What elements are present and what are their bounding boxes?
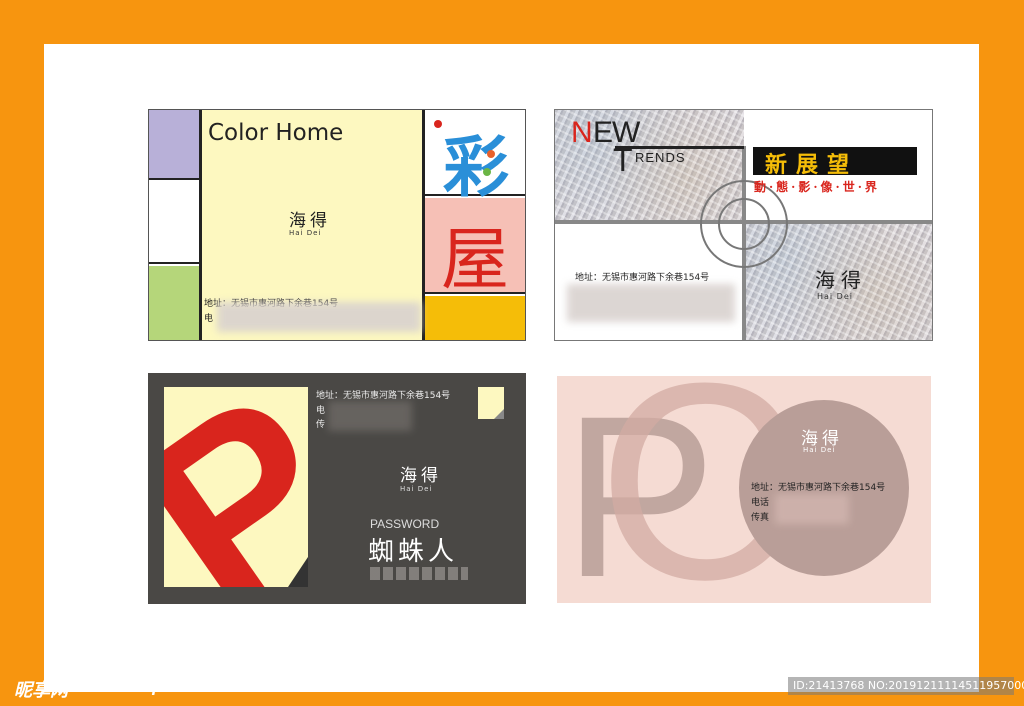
- person-pinyin: Hai Dei: [400, 485, 433, 493]
- card-spider: P 地址：无锡市惠河路下余巷154号 电 传 海得 Hai Dei PASSWO…: [148, 373, 526, 604]
- phone-label: 电话: [751, 498, 770, 508]
- person-pinyin: Hai Dei: [803, 446, 836, 454]
- green-block: [149, 266, 199, 340]
- char-wu: 屋: [441, 221, 510, 300]
- blurred-contact: [217, 302, 421, 332]
- person-pinyin: Hai Dei: [289, 229, 322, 237]
- watermark-logo: 昵享网: [14, 680, 68, 701]
- phone-label: 电: [204, 314, 214, 324]
- phone-label: 电: [316, 406, 326, 416]
- logo-t: T: [613, 142, 633, 178]
- person-name: 海得: [400, 466, 442, 486]
- letter-p: P: [164, 387, 308, 587]
- address: 地址：无锡市惠河路下余巷154号: [575, 273, 710, 283]
- person-name: 海得: [815, 268, 867, 292]
- fax-label: 传: [316, 420, 326, 430]
- person-name: 海得: [289, 211, 331, 231]
- logo-rends: RENDS: [635, 150, 686, 165]
- dot-orange: [487, 150, 495, 158]
- circle-inner: [718, 198, 770, 250]
- logo-n: N: [571, 116, 593, 149]
- watermark-id: ID:21413768 NO:20191211114511957000: [793, 679, 1024, 692]
- card-new-trends: N EW T RENDS 新展望 動·態·影·像·世·界 地址：无锡市惠河路下余…: [554, 109, 933, 341]
- brand-title: Color Home: [208, 120, 344, 146]
- blurred-contact: [775, 494, 849, 524]
- company-name: 蜘蛛人: [368, 537, 459, 567]
- blurred-contact: [567, 284, 735, 322]
- char-cai: 彩: [443, 128, 509, 206]
- small-curl: [494, 409, 504, 419]
- dot-red: [434, 120, 442, 128]
- blurred-contact: [328, 401, 412, 431]
- watermark-url: www.nipic.cn: [94, 680, 199, 696]
- address: 地址：无锡市惠河路下余巷154号: [751, 483, 886, 493]
- dot-green: [483, 168, 491, 176]
- white-block: [149, 180, 199, 264]
- title: 新展望: [765, 152, 859, 178]
- card-pc: P C 海得 Hai Dei 地址：无锡市惠河路下余巷154号 电话 传真: [557, 376, 931, 603]
- fax-label: 传真: [751, 513, 770, 523]
- subtitle: 動·態·影·像·世·界: [754, 180, 880, 194]
- company-subtitle-faint: [370, 567, 468, 580]
- card-color-home: Color Home 海得 Hai Dei 彩 屋 地址：无锡市惠河路下余巷15…: [148, 109, 526, 341]
- cream-panel: P: [164, 387, 308, 587]
- person-pinyin: Hai Dei: [817, 292, 853, 301]
- address: 地址：无锡市惠河路下余巷154号: [316, 391, 451, 401]
- lavender-block: [149, 110, 199, 180]
- page-curl: [288, 557, 308, 587]
- password-label: PASSWORD: [370, 517, 440, 531]
